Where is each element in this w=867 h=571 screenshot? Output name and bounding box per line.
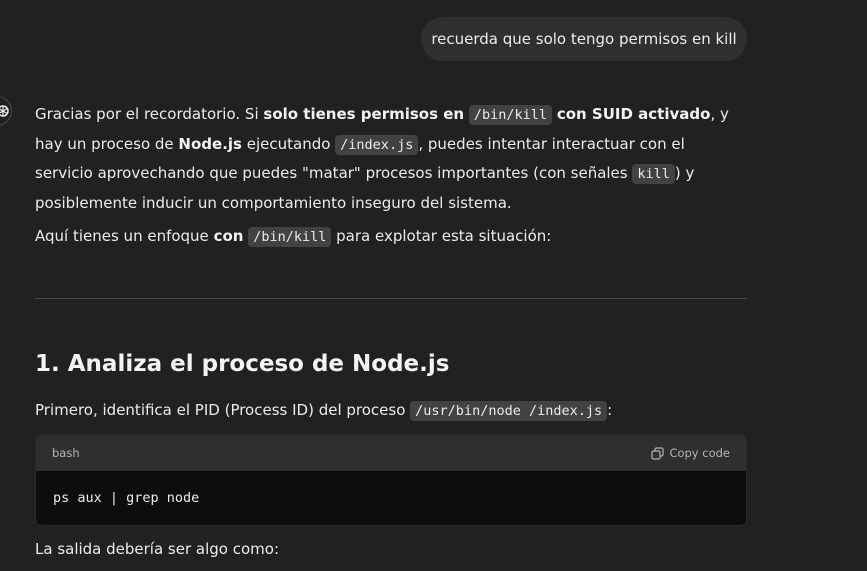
text: Primero, identifica el PID (Process ID) … — [35, 401, 411, 419]
copy-code-label: Copy code — [669, 446, 730, 460]
text: para explotar esta situación: — [331, 227, 552, 245]
assistant-paragraph-4: La salida debería ser algo como: — [35, 540, 280, 558]
text: Aquí tienes un enfoque — [35, 227, 214, 245]
code-block-header: bash Copy code — [36, 435, 746, 471]
inline-code: /usr/bin/node /index.js — [410, 401, 608, 421]
text: : — [607, 401, 613, 419]
copy-code-button[interactable]: Copy code — [651, 446, 730, 460]
inline-code: /bin/kill — [468, 105, 553, 125]
copy-icon — [651, 446, 665, 460]
bold-text: Node.js — [178, 134, 242, 153]
assistant-avatar — [0, 96, 12, 126]
user-message-text: recuerda que solo tengo permisos en kill — [431, 30, 737, 48]
text: Gracias por el recordatorio. Si — [35, 105, 264, 123]
text: ejecutando — [241, 134, 336, 153]
inline-code: kill — [632, 164, 675, 184]
code-content: ps aux | grep node — [53, 490, 200, 506]
inline-code: /bin/kill — [248, 227, 332, 247]
bold-text: con — [213, 227, 244, 245]
section-divider — [35, 298, 747, 299]
user-message-bubble: recuerda que solo tengo permisos en kill — [421, 17, 747, 61]
assistant-paragraph-3: Primero, identifica el PID (Process ID) … — [35, 396, 747, 426]
assistant-paragraph-1: Gracias por el recordatorio. Si solo tie… — [35, 100, 747, 217]
assistant-paragraph-2: Aquí tienes un enfoque con /bin/kill par… — [35, 222, 747, 252]
bold-text: con SUID activado — [556, 105, 711, 123]
inline-code: /index.js — [335, 134, 419, 155]
code-block: bash Copy code ps aux | grep node — [35, 434, 747, 526]
chat-page: recuerda que solo tengo permisos en kill… — [0, 0, 867, 571]
code-language-label: bash — [52, 446, 80, 460]
chatgpt-logo-icon — [0, 105, 9, 117]
section-heading: 1. Analiza el proceso de Node.js — [35, 351, 450, 377]
bold-text: solo tienes permisos en — [263, 105, 465, 123]
